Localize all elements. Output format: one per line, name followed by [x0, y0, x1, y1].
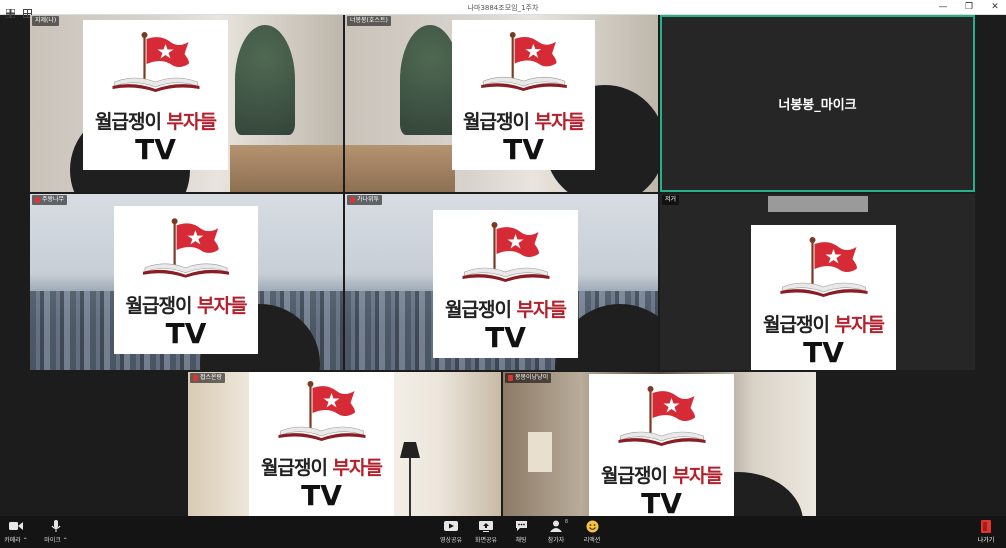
logo-tv: TV [165, 317, 207, 350]
logo-title: 월급쟁이 부자들 [125, 291, 248, 318]
participant-name: 가나위투 [347, 195, 383, 205]
logo-tv: TV [641, 487, 682, 517]
video-tile[interactable]: 지제(나) 월급쟁이 부자들 TV [30, 15, 343, 192]
video-tile[interactable]: 가나위투 월급쟁이 부자들 TV [345, 194, 658, 370]
close-button[interactable]: ✕ [988, 0, 1002, 15]
participant-name: 몽몽이냥냥이 [505, 373, 552, 383]
video-tile[interactable]: 너봉봉(호스트) 월급쟁이 부자들 TV [345, 15, 658, 192]
flag-book-icon [780, 237, 867, 297]
participant-name: 주왕나무 [32, 195, 68, 205]
logo-title-black: 월급쟁이 [601, 465, 673, 487]
microphone-icon [51, 519, 61, 533]
video-tile[interactable]: 몽몽이냥냥이 월급쟁이 부자들 TV [503, 372, 816, 516]
chat-button[interactable]: 채팅 [501, 519, 541, 544]
mic-button[interactable]: 마이크 ⌃ [36, 519, 76, 544]
logo-image: 월급쟁이 부자들 TV [83, 20, 228, 170]
logo-title-black: 월급쟁이 [463, 111, 535, 133]
logo-title: 월급쟁이 부자들 [445, 295, 567, 322]
video-thumbnail [768, 196, 868, 212]
logo-image: 월급쟁이 부자들 TV [249, 372, 394, 516]
restore-button[interactable]: ❐ [962, 0, 976, 15]
flag-book-icon [462, 222, 549, 282]
reactions-button[interactable]: 리액션 [572, 519, 612, 544]
share-screen-icon [479, 519, 493, 533]
logo-tv: TV [301, 479, 342, 512]
logo-image: 월급쟁이 부자들 TV [751, 225, 896, 370]
logo-title: 월급쟁이 부자들 [763, 310, 885, 337]
share-screen-button[interactable]: 화면공유 [466, 519, 506, 544]
video-tile[interactable]: 주왕나무 월급쟁이 부자들 TV [30, 194, 343, 370]
window-title: 나마3884조모임_1주차 [467, 4, 539, 12]
participant-name: 지제(나) [32, 16, 60, 26]
logo-tv: TV [503, 133, 544, 166]
logo-title-black: 월급쟁이 [445, 299, 517, 321]
participant-name: 접스온랑 [190, 373, 226, 383]
logo-title-black: 월급쟁이 [125, 295, 198, 317]
logo-image: 월급쟁이 부자들 TV [433, 210, 578, 358]
logo-title-red: 부자들 [197, 295, 247, 317]
share-video-button[interactable]: 영상공유 [431, 519, 471, 544]
participant-center-name: 너봉봉_마이크 [778, 98, 857, 113]
flag-book-icon [618, 386, 705, 446]
video-tile[interactable]: 저거 월급쟁이 부자들 TV [660, 194, 975, 370]
logo-title-red: 부자들 [332, 457, 383, 479]
logo-title-black: 월급쟁이 [95, 111, 167, 133]
flag-book-icon [480, 31, 567, 91]
video-tile[interactable]: 접스온랑 월급쟁이 부자들 TV [188, 372, 501, 516]
logo-image: 월급쟁이 부자들 TV [589, 374, 734, 516]
mic-muted-icon [193, 375, 198, 381]
camera-icon [9, 519, 23, 533]
logo-image: 월급쟁이 부자들 TV [114, 206, 258, 354]
flag-book-icon [112, 32, 199, 92]
participant-name: 너봉봉(호스트) [347, 16, 391, 26]
mic-muted-icon [350, 197, 355, 203]
logo-title-red: 부자들 [534, 111, 585, 133]
mic-muted-icon [508, 375, 513, 381]
logo-title: 월급쟁이 부자들 [261, 453, 383, 480]
person-icon [550, 519, 562, 533]
logo-title: 월급쟁이 부자들 [95, 107, 217, 134]
flag-book-icon [278, 381, 365, 441]
logo-image: 월급쟁이 부자들 TV [452, 20, 595, 170]
logo-tv: TV [803, 336, 844, 369]
logo-title-red: 부자들 [516, 299, 567, 321]
title-bar: 나마3884조모임_1주차 — ❐ ✕ [0, 0, 1006, 18]
logo-tv: TV [135, 133, 176, 166]
video-tile-active-speaker[interactable]: 너봉봉_마이크 [660, 15, 975, 192]
logo-title-black: 월급쟁이 [261, 457, 333, 479]
participants-count: 8 [564, 519, 568, 525]
logo-title: 월급쟁이 부자들 [601, 461, 723, 488]
meeting-window: 나마3884조모임_1주차 — ❐ ✕ 지제(나) 월급쟁이 부자들 TV 너봉봉… [0, 0, 1006, 548]
participant-name: 저거 [662, 195, 680, 205]
logo-title-red: 부자들 [166, 111, 217, 133]
participants-button[interactable]: 8 참가자 [536, 519, 576, 544]
emoji-icon [586, 519, 599, 533]
logo-title-red: 부자들 [672, 465, 723, 487]
minimize-button[interactable]: — [936, 0, 950, 15]
logo-title: 월급쟁이 부자들 [463, 107, 585, 134]
leave-button[interactable]: 나가기 [966, 519, 1006, 544]
chat-icon [515, 519, 528, 533]
logo-title-red: 부자들 [834, 314, 885, 336]
mic-muted-icon [35, 197, 40, 203]
logo-title-black: 월급쟁이 [763, 314, 835, 336]
meeting-toolbar: 카메라 ⌃ 마이크 ⌃ 영상공유 화면공유 채팅 8 참가자 리액션 나가기 [0, 516, 1006, 548]
flag-book-icon [142, 218, 230, 278]
camera-button[interactable]: 카메라 ⌃ [0, 519, 36, 544]
video-play-icon [444, 519, 458, 533]
exit-door-icon [981, 519, 991, 533]
logo-tv: TV [485, 321, 526, 354]
